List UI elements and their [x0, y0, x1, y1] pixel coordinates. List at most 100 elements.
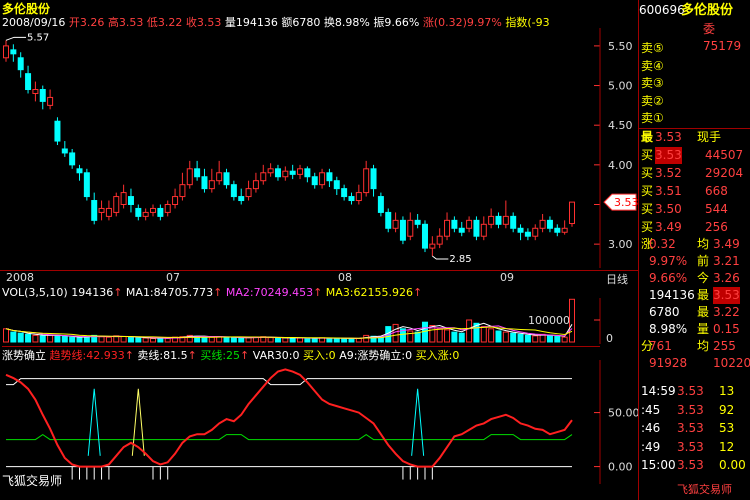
- ask-row: 卖②: [639, 93, 750, 110]
- candle-body: [10, 49, 17, 55]
- volume-bar: [17, 332, 24, 343]
- candle-body: [17, 57, 24, 71]
- candle-body: [480, 223, 487, 237]
- header-low: 低3.22: [146, 16, 183, 28]
- x-label-2008: 2008: [6, 271, 34, 284]
- candle-body: [569, 201, 575, 225]
- candle-body: [164, 203, 171, 213]
- candle-body: [517, 227, 524, 233]
- candle-body: [444, 219, 451, 237]
- candle-body: [25, 73, 32, 91]
- candle-body: [135, 207, 142, 217]
- candle-body: [267, 168, 274, 174]
- bid-volume: 668: [705, 184, 728, 198]
- bid-label: 买: [641, 202, 654, 216]
- candle-body: [69, 152, 76, 166]
- bid-row: 买 3.51 668: [639, 183, 750, 200]
- current-hand: 现手: [697, 130, 722, 144]
- volume-bar: [546, 334, 553, 343]
- stat-right-label: 前: [697, 254, 710, 268]
- candle-body: [113, 196, 120, 213]
- ask-row: 卖⑤: [639, 40, 750, 57]
- candle-body: [179, 184, 186, 198]
- header-volume: 量194136: [224, 16, 278, 28]
- candle-body: [392, 219, 399, 229]
- trend-line: [5, 368, 573, 468]
- candle-body: [311, 176, 318, 186]
- volume-bar: [223, 336, 230, 343]
- candle-body: [39, 89, 46, 102]
- header-change: 涨(0.32)9.97%: [422, 16, 502, 28]
- quote-footer: 飞狐交易师: [639, 481, 750, 498]
- stat-row: 涨 0.32 均 3.49: [639, 236, 750, 253]
- candle-body: [561, 227, 568, 233]
- candle-body: [488, 215, 495, 225]
- header-turnover: 换8.98%: [323, 16, 370, 28]
- candle-body: [194, 168, 201, 178]
- high-label: 5.57: [27, 32, 49, 43]
- volume-bar: [466, 319, 473, 343]
- candle-body: [341, 188, 348, 198]
- bid-label: 买: [641, 148, 654, 162]
- candle-body: [473, 219, 480, 237]
- stat-left-value: 761: [649, 339, 672, 353]
- tick-volume: 53: [719, 421, 735, 435]
- volume-bar: [39, 335, 46, 343]
- candle-body: [546, 219, 553, 229]
- candle-body: [466, 219, 473, 229]
- candle-body: [524, 231, 531, 237]
- bid-row: 买 3.49 256: [639, 219, 750, 236]
- y-tick-label: 4.00: [608, 159, 633, 172]
- candle-body: [333, 180, 340, 190]
- candle-body: [252, 180, 259, 190]
- volume-bar: [267, 337, 274, 343]
- candle-body: [186, 168, 193, 186]
- header-amplitude: 振9.66%: [373, 16, 420, 28]
- volume-bar: [341, 337, 348, 343]
- stat-row: 分 761 均 255: [639, 338, 750, 355]
- volume-bar: [524, 334, 531, 343]
- footer-text: 飞狐交易师: [677, 483, 732, 496]
- x-label-07: 07: [166, 271, 180, 284]
- volume-bar: [3, 328, 9, 343]
- volume-bar: [47, 334, 54, 343]
- candle-body: [208, 180, 215, 190]
- volume-bar: [142, 337, 149, 343]
- stat-row: 6780 最 3.22: [639, 304, 750, 321]
- stat-right-label: 最: [697, 288, 710, 302]
- candle-body: [47, 96, 54, 106]
- tick-time: 15:00: [641, 458, 676, 472]
- volume-bar: [230, 337, 237, 343]
- volume-bar: [120, 336, 127, 343]
- candle-body: [76, 168, 83, 174]
- candle-body: [319, 172, 326, 186]
- candle-body: [32, 89, 39, 94]
- period-label[interactable]: 日线: [606, 271, 628, 287]
- tick-time: 14:59: [641, 384, 676, 398]
- tick-volume: 12: [719, 439, 735, 454]
- y-tick-label: 5.00: [608, 80, 633, 93]
- stat-right-value: 3.26: [713, 271, 740, 285]
- volume-bar: [480, 326, 487, 343]
- price-chart[interactable]: 5.505.004.504.003.503.005.572.853.53: [0, 28, 638, 270]
- ask-label: 卖④: [641, 58, 664, 73]
- buy-signal-spike: [411, 388, 425, 456]
- volume-chart[interactable]: 100000 0: [0, 298, 638, 344]
- stat-left-value: 9.66%: [649, 271, 688, 285]
- indicator-chart[interactable]: 50.00 0.00: [0, 360, 638, 484]
- stat-left-value: 0.32: [649, 237, 676, 251]
- volume-bar: [333, 337, 340, 343]
- quote-header: 600696 多伦股份: [639, 2, 750, 19]
- volume-bar: [304, 337, 311, 343]
- header-high: 高3.53: [107, 16, 144, 28]
- candle-body: [274, 168, 281, 178]
- candle-body: [127, 196, 134, 205]
- stat-right-value: 3.22: [713, 305, 740, 319]
- low-marker: [432, 255, 449, 260]
- candle-body: [436, 235, 443, 245]
- stat-left-value: 8.98%: [649, 322, 688, 336]
- bid-price: 3.51: [655, 184, 682, 198]
- candle-body: [245, 188, 252, 198]
- volume-bar: [532, 335, 539, 343]
- stat-right-value: 0.15: [713, 322, 740, 336]
